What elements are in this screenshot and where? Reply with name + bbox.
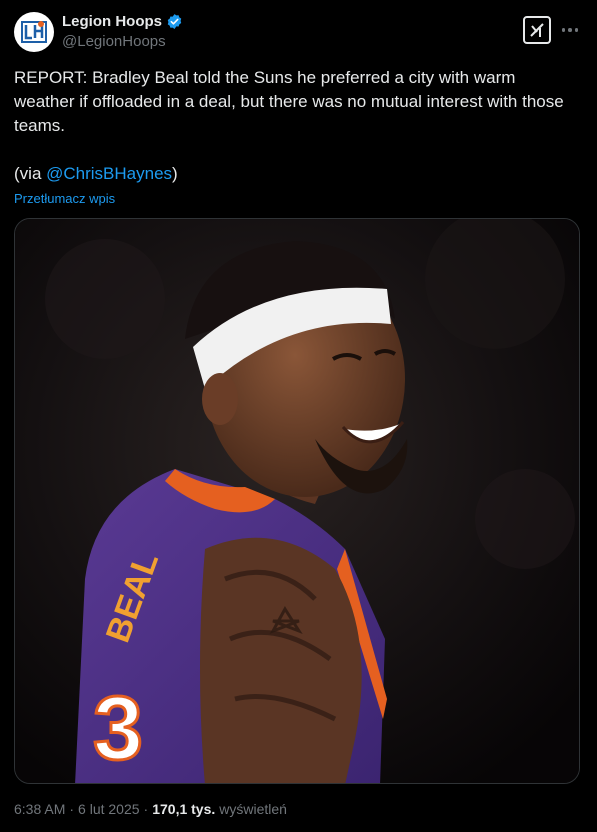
views-label: wyświetleń	[219, 801, 287, 817]
tweet-time[interactable]: 6:38 AM	[14, 801, 65, 817]
tweet-photo[interactable]: BEAL 3	[14, 218, 580, 784]
translate-link[interactable]: Przetłumacz wpis	[14, 191, 115, 206]
more-dots-icon[interactable]	[559, 20, 581, 40]
tweet: Legion Hoops @LegionHoops REPORT: Bradle…	[0, 0, 597, 832]
meta-separator: ·	[143, 801, 149, 817]
display-name-row: Legion Hoops	[62, 13, 183, 30]
tweet-date[interactable]: 6 lut 2025	[78, 801, 140, 817]
dot	[574, 28, 579, 32]
via-prefix: (via	[14, 164, 47, 183]
avatar[interactable]	[14, 12, 54, 52]
verified-badge-icon	[166, 13, 183, 30]
meta-separator: ·	[69, 801, 75, 817]
tweet-text: REPORT: Bradley Beal told the Suns he pr…	[14, 66, 579, 186]
grok-icon	[530, 23, 544, 37]
dot	[561, 28, 566, 32]
author-names: Legion Hoops @LegionHoops	[62, 13, 183, 50]
player-photo: BEAL 3	[15, 219, 579, 783]
tweet-body: REPORT: Bradley Beal told the Suns he pr…	[14, 68, 564, 135]
dot	[568, 28, 572, 32]
jersey-number: 3	[93, 679, 143, 779]
author-handle[interactable]: @LegionHoops	[62, 33, 183, 50]
tweet-meta: 6:38 AM · 6 lut 2025 · 170,1 tys. wyświe…	[14, 801, 287, 817]
display-name[interactable]: Legion Hoops	[62, 13, 162, 30]
tweet-via-line: (via @ChrisBHaynes)	[14, 162, 579, 186]
mention-link[interactable]: @ChrisBHaynes	[46, 164, 172, 183]
via-suffix: )	[172, 164, 178, 183]
views-count: 170,1 tys.	[152, 801, 216, 817]
legion-hoops-logo-icon	[21, 21, 47, 43]
grok-button[interactable]	[523, 16, 551, 44]
tweet-header: Legion Hoops @LegionHoops	[14, 12, 581, 56]
